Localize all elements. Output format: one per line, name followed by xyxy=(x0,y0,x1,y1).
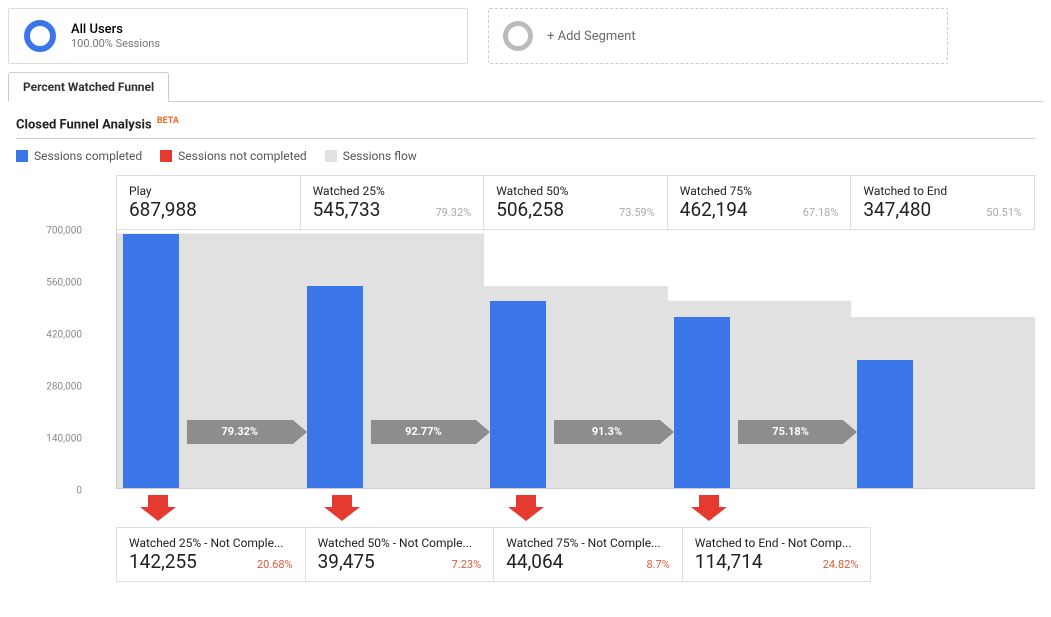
panel-title-text: Closed Funnel Analysis xyxy=(16,117,152,132)
dropoff-box[interactable]: Watched 75% - Not Comple...44,064 8.7% xyxy=(493,527,683,582)
dropoff-name: Watched 50% - Not Comple... xyxy=(318,536,482,550)
dropoff-box[interactable]: Watched to End - Not Comp...114,714 24.82… xyxy=(682,527,872,582)
circle-placeholder-icon xyxy=(503,21,533,51)
dropoff-box[interactable]: Watched 25% - Not Comple...142,255 20.68% xyxy=(116,527,306,582)
drop-arrow-cell xyxy=(667,489,851,527)
dropoff-value: 142,255 xyxy=(129,550,197,573)
segment-all-users[interactable]: All Users 100.00% Sessions xyxy=(8,8,468,64)
funnel-stage-header[interactable]: Watched 25%545,733 79.32% xyxy=(300,175,485,230)
stage-pct: 73.59% xyxy=(619,206,655,219)
bar-cell xyxy=(851,229,1035,488)
stage-pct: 67.18% xyxy=(803,206,839,219)
funnel-stage-header[interactable]: Watched 50%506,258 73.59% xyxy=(483,175,668,230)
tab-percent-watched-funnel[interactable]: Percent Watched Funnel xyxy=(8,72,169,102)
bar-completed[interactable] xyxy=(307,286,363,488)
dropoff-name: Watched to End - Not Comp... xyxy=(695,536,859,550)
dropoff-pct: 20.68% xyxy=(257,558,293,571)
segment-subtitle: 100.00% Sessions xyxy=(71,37,160,50)
legend-flow: Sessions flow xyxy=(325,149,417,163)
stage-name: Play xyxy=(129,184,288,198)
y-tick: 560,000 xyxy=(46,278,82,289)
dropoff-value: 39,475 xyxy=(318,550,375,573)
drop-arrow-cell xyxy=(116,489,300,527)
bar-cell: 91.3% xyxy=(484,229,668,488)
conversion-arrow: 75.18% xyxy=(738,420,858,444)
panel-title: Closed Funnel Analysis BETA xyxy=(16,116,1035,139)
funnel-bars: 79.32%92.77%91.3%75.18% xyxy=(116,229,1035,489)
swatch-flow xyxy=(325,150,337,162)
y-tick: 140,000 xyxy=(46,434,82,445)
drop-arrow-cell xyxy=(300,489,484,527)
stage-pct: 50.51% xyxy=(986,206,1022,219)
bar-cell: 75.18% xyxy=(668,229,852,488)
stage-value: 545,733 xyxy=(313,198,381,221)
stage-name: Watched 75% xyxy=(680,184,839,198)
conversion-arrow: 79.32% xyxy=(187,420,307,444)
funnel-stage-header[interactable]: Watched 75%462,194 67.18% xyxy=(667,175,852,230)
drop-arrow-icon xyxy=(324,495,360,521)
dropoff-name: Watched 75% - Not Comple... xyxy=(506,536,670,550)
stage-name: Watched 25% xyxy=(313,184,472,198)
conversion-arrow: 91.3% xyxy=(554,420,674,444)
add-segment-label: + Add Segment xyxy=(547,29,636,44)
funnel-stage-header[interactable]: Play687,988 xyxy=(116,175,301,230)
conversion-arrow: 92.77% xyxy=(371,420,491,444)
dropoff-value: 114,714 xyxy=(695,550,763,573)
stage-value: 462,194 xyxy=(680,198,748,221)
stage-pct: 79.32% xyxy=(436,206,472,219)
bar-completed[interactable] xyxy=(490,301,546,488)
stage-name: Watched 50% xyxy=(496,184,655,198)
bar-completed[interactable] xyxy=(123,234,179,489)
beta-badge: BETA xyxy=(157,116,179,126)
stage-name: Watched to End xyxy=(863,184,1022,198)
dropoff-pct: 24.82% xyxy=(823,558,859,571)
y-tick: 420,000 xyxy=(46,330,82,341)
dropoff-box[interactable]: Watched 50% - Not Comple...39,475 7.23% xyxy=(305,527,495,582)
drop-arrow-icon xyxy=(508,495,544,521)
drop-arrow-cell xyxy=(851,489,1035,527)
legend-completed: Sessions completed xyxy=(16,149,142,163)
funnel-stage-header[interactable]: Watched to End347,480 50.51% xyxy=(850,175,1035,230)
stage-value: 506,258 xyxy=(496,198,564,221)
add-segment-button[interactable]: + Add Segment xyxy=(488,8,948,64)
legend-not-completed: Sessions not completed xyxy=(160,149,307,163)
stage-value: 347,480 xyxy=(863,198,931,221)
bar-cell: 79.32% xyxy=(117,229,301,488)
segment-title: All Users xyxy=(71,22,160,37)
y-axis: 0140,000280,000420,000560,000700,000 xyxy=(16,175,88,491)
dropoff-pct: 7.23% xyxy=(452,558,482,571)
dropoff-pct: 8.7% xyxy=(646,558,669,571)
bar-cell: 92.77% xyxy=(301,229,485,488)
drop-arrow-icon xyxy=(691,495,727,521)
donut-icon xyxy=(23,19,57,53)
swatch-not-completed xyxy=(160,150,172,162)
stage-value: 687,988 xyxy=(129,198,197,221)
swatch-completed xyxy=(16,150,28,162)
dropoff-value: 44,064 xyxy=(506,550,563,573)
y-tick: 0 xyxy=(76,486,82,497)
bar-completed[interactable] xyxy=(857,360,913,489)
dropoff-name: Watched 25% - Not Comple... xyxy=(129,536,293,550)
y-tick: 700,000 xyxy=(46,226,82,237)
y-tick: 280,000 xyxy=(46,382,82,393)
drop-arrow-cell xyxy=(484,489,668,527)
drop-arrow-icon xyxy=(140,495,176,521)
legend: Sessions completed Sessions not complete… xyxy=(16,149,1035,163)
bar-completed[interactable] xyxy=(674,317,730,488)
